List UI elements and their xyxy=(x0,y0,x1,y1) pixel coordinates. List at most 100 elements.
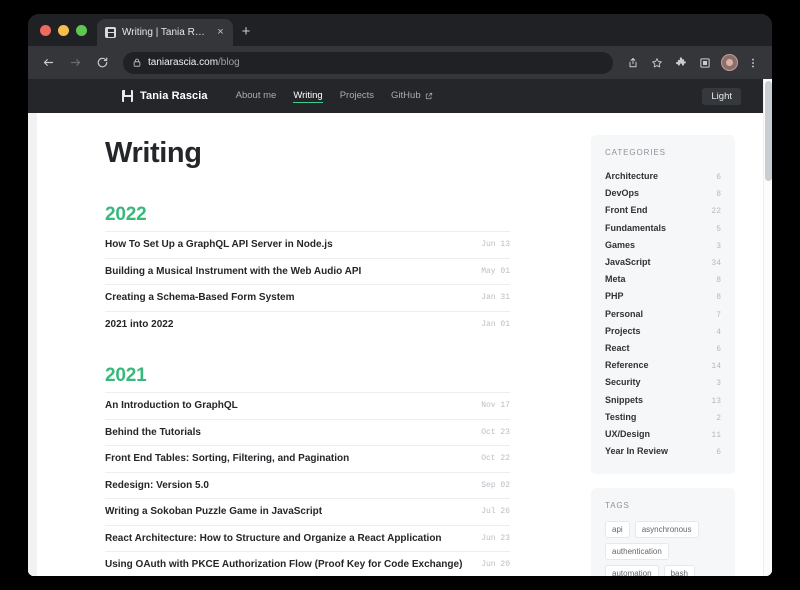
reload-icon[interactable] xyxy=(90,51,114,75)
category-row[interactable]: Testing 2 xyxy=(605,409,721,426)
post-title[interactable]: React Architecture: How to Structure and… xyxy=(105,532,469,546)
post-row[interactable]: Creating a Schema-Based Form System Jan 3… xyxy=(105,284,510,311)
category-name[interactable]: Games xyxy=(605,240,635,250)
category-name[interactable]: Architecture xyxy=(605,171,658,181)
post-row[interactable]: Redesign: Version 5.0 Sep 02 xyxy=(105,471,510,499)
category-name[interactable]: Personal xyxy=(605,309,643,319)
tag-chip[interactable]: bash xyxy=(663,565,695,576)
category-row[interactable]: Meta 8 xyxy=(605,271,721,288)
browser-toolbar: taniarascia.com/blog xyxy=(28,46,772,79)
chrome-menu-icon[interactable] xyxy=(742,52,764,74)
category-row[interactable]: Personal 7 xyxy=(605,306,721,323)
nav-item-about-me[interactable]: About me xyxy=(236,90,277,102)
category-name[interactable]: JavaScript xyxy=(605,257,651,267)
year-heading: 2022 xyxy=(105,204,147,225)
category-row[interactable]: React 6 xyxy=(605,340,721,357)
category-row[interactable]: Fundamentals 5 xyxy=(605,220,721,237)
category-name[interactable]: UX/Design xyxy=(605,429,650,439)
post-title[interactable]: Using OAuth with PKCE Authorization Flow… xyxy=(105,558,469,572)
post-title[interactable]: Writing a Sokoban Puzzle Game in JavaScr… xyxy=(105,505,469,519)
post-title[interactable]: Redesign: Version 5.0 xyxy=(105,479,469,493)
nav-item-github[interactable]: GitHub xyxy=(391,90,433,102)
external-link-icon xyxy=(425,92,432,99)
close-window-button[interactable] xyxy=(40,24,51,36)
category-row[interactable]: Games 3 xyxy=(605,237,721,254)
post-date: Jun 13 xyxy=(481,240,510,249)
new-tab-button[interactable]: + xyxy=(233,19,259,46)
category-count: 6 xyxy=(716,173,721,183)
main-column: Writing 2022 How To Set Up a GraphQL API … xyxy=(37,113,573,576)
category-row[interactable]: Reference 14 xyxy=(605,357,721,374)
category-name[interactable]: Year In Review xyxy=(605,446,668,456)
minimize-window-button[interactable] xyxy=(58,24,69,36)
category-row[interactable]: Year In Review 6 xyxy=(605,443,721,460)
post-title[interactable]: An Introduction to GraphQL xyxy=(105,399,469,413)
share-icon[interactable] xyxy=(622,52,644,74)
category-name[interactable]: Front End xyxy=(605,205,648,215)
category-name[interactable]: Testing xyxy=(605,412,636,422)
tags-list: api asynchronous authentication automation b… xyxy=(605,521,721,576)
category-name[interactable]: React xyxy=(605,343,630,353)
post-row[interactable]: 2021 into 2022 Jan 01 xyxy=(105,310,510,338)
post-title[interactable]: 2021 into 2022 xyxy=(105,318,469,332)
maximize-window-button[interactable] xyxy=(76,24,87,36)
post-title[interactable]: Creating a Schema-Based Form System xyxy=(105,291,469,305)
close-tab-icon[interactable]: × xyxy=(214,26,227,39)
tag-chip[interactable]: api xyxy=(605,521,630,539)
page-scrollbar[interactable] xyxy=(763,79,772,576)
nav-item-projects[interactable]: Projects xyxy=(340,90,374,102)
page-viewport: Tania Rascia About me Writing Projects G… xyxy=(28,79,772,576)
post-row[interactable]: React Architecture: How to Structure and… xyxy=(105,524,510,552)
category-name[interactable]: Fundamentals xyxy=(605,223,666,233)
post-row[interactable]: Behind the Tutorials Oct 23 xyxy=(105,418,510,446)
category-name[interactable]: Reference xyxy=(605,360,649,370)
post-title[interactable]: Building a Musical Instrument with the W… xyxy=(105,265,469,279)
post-row[interactable]: Building a Musical Instrument with the W… xyxy=(105,257,510,285)
category-row[interactable]: JavaScript 34 xyxy=(605,254,721,271)
post-date: Nov 17 xyxy=(481,401,510,410)
category-row[interactable]: Security 3 xyxy=(605,374,721,391)
left-gutter xyxy=(28,113,37,576)
category-name[interactable]: Security xyxy=(605,377,641,387)
post-row[interactable]: Writing a Sokoban Puzzle Game in JavaScr… xyxy=(105,498,510,525)
category-name[interactable]: PHP xyxy=(605,291,624,301)
category-name[interactable]: Projects xyxy=(605,326,641,336)
brand-name: Tania Rascia xyxy=(140,90,208,102)
post-title[interactable]: How To Set Up a GraphQL API Server in No… xyxy=(105,238,469,252)
tag-chip[interactable]: authentication xyxy=(605,543,669,561)
extensions-puzzle-icon[interactable] xyxy=(670,52,692,74)
nav-item-writing[interactable]: Writing xyxy=(293,90,323,103)
url-text: taniarascia.com/blog xyxy=(148,57,240,68)
category-row[interactable]: DevOps 8 xyxy=(605,185,721,202)
split-screen-icon[interactable] xyxy=(694,52,716,74)
post-date: Oct 22 xyxy=(481,454,510,463)
tag-chip[interactable]: automation xyxy=(605,565,659,576)
window-controls xyxy=(38,14,97,46)
post-row[interactable]: Front End Tables: Sorting, Filtering, an… xyxy=(105,445,510,472)
sidebar: CATEGORIES Architecture 6 DevOps 8 Front End… xyxy=(573,113,763,576)
categories-heading: CATEGORIES xyxy=(605,148,666,157)
category-row[interactable]: UX/Design 11 xyxy=(605,426,721,443)
post-title[interactable]: Behind the Tutorials xyxy=(105,426,469,440)
post-row[interactable]: How To Set Up a GraphQL API Server in No… xyxy=(105,231,510,258)
category-row[interactable]: PHP 8 xyxy=(605,288,721,305)
profile-avatar[interactable] xyxy=(718,52,740,74)
category-row[interactable]: Architecture 6 xyxy=(605,168,721,185)
tag-chip[interactable]: asynchronous xyxy=(634,521,699,539)
post-title[interactable]: Front End Tables: Sorting, Filtering, an… xyxy=(105,452,469,466)
category-name[interactable]: DevOps xyxy=(605,188,639,198)
post-row[interactable]: Using OAuth with PKCE Authorization Flow… xyxy=(105,551,510,576)
post-row[interactable]: An Introduction to GraphQL Nov 17 xyxy=(105,392,510,419)
category-name[interactable]: Meta xyxy=(605,274,626,284)
back-icon[interactable] xyxy=(36,51,60,75)
scrollbar-thumb[interactable] xyxy=(765,81,772,181)
address-bar[interactable]: taniarascia.com/blog xyxy=(123,51,613,74)
category-row[interactable]: Projects 4 xyxy=(605,323,721,340)
category-name[interactable]: Snippets xyxy=(605,395,643,405)
bookmark-star-icon[interactable] xyxy=(646,52,668,74)
site-brand[interactable]: Tania Rascia xyxy=(122,90,208,102)
browser-tab[interactable]: Writing | Tania Rascia × xyxy=(97,19,233,46)
category-row[interactable]: Front End 22 xyxy=(605,202,721,219)
theme-toggle-button[interactable]: Light xyxy=(702,87,741,105)
category-row[interactable]: Snippets 13 xyxy=(605,391,721,408)
